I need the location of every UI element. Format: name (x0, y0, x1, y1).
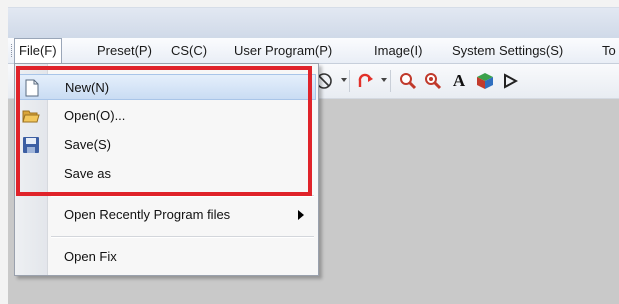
text-icon[interactable]: A (448, 71, 470, 91)
application-window: File(F) Preset(P) CS(C) User Program(P) … (0, 0, 619, 304)
rotate-dropdown-arrow[interactable] (381, 78, 387, 82)
new-file-icon (23, 79, 41, 97)
menu-item-label: Open Recently Program files (64, 207, 231, 222)
menu-item-label: Open(O)... (64, 108, 126, 123)
menu-file[interactable]: File(F) (14, 38, 62, 63)
toolbar-separator (349, 70, 350, 92)
menu-item-open-fix[interactable]: Open Fix (15, 244, 318, 270)
menu-preset[interactable]: Preset(P) (97, 38, 152, 63)
color-cube-icon[interactable] (474, 71, 496, 91)
zoom-in-icon[interactable] (397, 71, 419, 91)
menu-item-save[interactable]: Save(S) (15, 132, 318, 158)
menu-bar: File(F) Preset(P) CS(C) User Program(P) … (8, 38, 619, 64)
menu-item-label: New(N) (65, 80, 110, 95)
menu-item-label: Save as (64, 166, 111, 181)
open-folder-icon (22, 107, 40, 125)
menu-item-new[interactable]: New(N) (17, 74, 316, 100)
no-entry-dropdown-arrow[interactable] (341, 78, 347, 82)
menu-tools[interactable]: To (602, 38, 616, 63)
menu-item-open[interactable]: Open(O)... (15, 103, 318, 129)
zoom-out-icon[interactable] (422, 71, 444, 91)
save-disk-icon (22, 136, 40, 154)
menu-image[interactable]: Image(I) (374, 38, 422, 63)
menu-item-label: Save(S) (64, 137, 111, 152)
menu-system-settings[interactable]: System Settings(S) (452, 38, 563, 63)
menu-user-program[interactable]: User Program(P) (234, 38, 332, 63)
menu-cs[interactable]: CS(C) (171, 38, 207, 63)
menu-item-open-recent[interactable]: Open Recently Program files (15, 202, 318, 228)
menu-separator (51, 195, 314, 197)
toolbar-separator (390, 70, 391, 92)
rotate-icon[interactable] (354, 71, 376, 91)
file-dropdown-menu: New(N) Open(O)... Save(S) Save as Open R… (14, 63, 319, 276)
submenu-arrow-icon (298, 210, 304, 220)
menu-item-save-as[interactable]: Save as (15, 161, 318, 187)
menu-separator (51, 236, 314, 238)
play-icon[interactable] (499, 71, 521, 91)
menu-item-label: Open Fix (64, 249, 117, 264)
title-bar (8, 7, 619, 39)
